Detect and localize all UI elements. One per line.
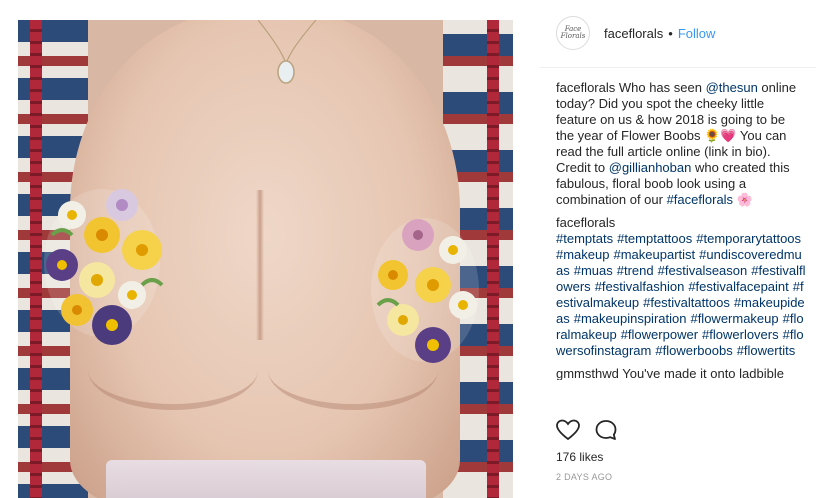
hashtag-link[interactable]: #flowermakeup — [690, 311, 778, 326]
header-divider — [540, 67, 816, 68]
hashtag-link[interactable]: #flowerpower — [621, 327, 698, 342]
hashtag-link[interactable]: #festivalseason — [658, 263, 748, 278]
hashtag-link[interactable]: #temptats — [556, 231, 613, 246]
hashtag-link[interactable]: #makeupinspiration — [574, 311, 687, 326]
hashtag-link[interactable]: #muas — [574, 263, 613, 278]
like-count[interactable]: 176 likes — [556, 450, 603, 464]
comment-bubble-icon[interactable] — [594, 419, 618, 441]
hashtag-link[interactable]: #makeupartist — [613, 247, 695, 262]
mention-link[interactable]: @gillianhoban — [609, 160, 692, 175]
hashtag-comment: faceflorals #temptats #temptattoos #tempor… — [556, 215, 806, 359]
comment-username[interactable]: gmmsthwd — [556, 366, 619, 380]
caption-text: Who has seen — [615, 80, 706, 95]
follow-button[interactable]: Follow — [678, 26, 716, 41]
comment-text: You've made it onto ladbible — [618, 366, 784, 380]
separator-dot: • — [668, 25, 673, 41]
avatar-logo-text: Face Florals — [560, 25, 586, 40]
avatar[interactable]: Face Florals — [556, 16, 590, 50]
flower-patch-right — [371, 218, 479, 363]
comment-username[interactable]: faceflorals — [556, 215, 615, 230]
emoji: 🌸 — [733, 192, 753, 207]
post-timestamp[interactable]: 2 DAYS AGO — [556, 472, 612, 482]
hashtag-link[interactable]: #festivalfacepaint — [688, 279, 788, 294]
torso-shading — [256, 190, 264, 340]
post-photo[interactable] — [18, 20, 513, 498]
hashtag-link[interactable]: #festivalfashion — [595, 279, 685, 294]
hashtag-link[interactable]: #temporarytattoos — [696, 231, 801, 246]
hashtag-link[interactable]: #makeup — [556, 247, 609, 262]
emoji: 🌻💗 — [704, 128, 737, 143]
caption: faceflorals Who has seen @thesun online … — [556, 80, 806, 208]
hashtag-link[interactable]: #festivaltattoos — [643, 295, 730, 310]
caption-username[interactable]: faceflorals — [556, 80, 615, 95]
hashtag-link[interactable]: #flowerlovers — [702, 327, 779, 342]
mention-link[interactable]: @thesun — [706, 80, 758, 95]
bead-trim-right — [487, 20, 499, 498]
hashtag-link[interactable]: #temptattoos — [617, 231, 692, 246]
hashtag-link[interactable]: #flowerboobs — [655, 343, 732, 358]
hashtag-link[interactable]: #trend — [617, 263, 654, 278]
flower-patch-left — [44, 189, 164, 345]
shorts — [106, 460, 426, 498]
action-bar — [556, 418, 618, 442]
comment-list: faceflorals Who has seen @thesun online … — [556, 80, 806, 387]
heart-icon[interactable] — [556, 419, 580, 441]
post-header: Face Florals faceflorals • Follow — [556, 14, 816, 52]
hashtag-link[interactable]: #faceflorals — [667, 192, 733, 207]
necklace — [258, 20, 317, 84]
post-sidebar: Face Florals faceflorals • Follow facefl… — [540, 0, 816, 498]
comment-item: gmmsthwd You've made it onto ladbible — [556, 366, 806, 380]
hashtag-link[interactable]: #flowertits — [737, 343, 796, 358]
post-username[interactable]: faceflorals — [604, 26, 663, 41]
